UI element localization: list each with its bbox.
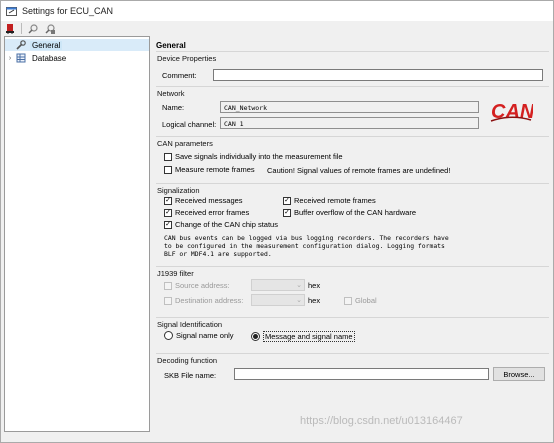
toolbar	[1, 21, 553, 36]
logging-info-line: BLF or MDF4.1 are supported.	[164, 250, 272, 258]
check-icon: ✓	[164, 196, 172, 205]
check-icon: ✓	[283, 196, 291, 205]
expand-icon[interactable]: ›	[5, 55, 15, 62]
checkbox-box	[164, 152, 172, 161]
checkbox-label: Received error frames	[175, 208, 250, 217]
name-label: Name:	[162, 103, 185, 112]
tree-item-general[interactable]: General	[5, 39, 149, 51]
checkbox-label: Received messages	[175, 196, 243, 205]
can-parameters-group: CAN parameters Save signals individually…	[156, 136, 549, 180]
hex-label: hex	[308, 281, 321, 290]
source-address-combo[interactable]: ⌄	[251, 279, 305, 291]
chevron-down-icon: ⌄	[296, 282, 302, 289]
database-icon	[15, 53, 26, 63]
group-title: Device Properties	[157, 54, 217, 63]
checkbox-label: Buffer overflow of the CAN hardware	[294, 208, 417, 217]
message-and-signal-name-radio[interactable]: Message and signal name	[251, 331, 355, 342]
received-error-checkbox[interactable]: ✓ Received error frames	[164, 208, 249, 217]
logical-channel-label: Logical channel:	[162, 120, 217, 129]
settings-window: Settings for ECU_CAN General › Database …	[0, 0, 554, 443]
signal-identification-group: Signal Identification Signal name only M…	[156, 317, 549, 351]
wrench-icon	[15, 40, 26, 50]
buffer-overflow-checkbox[interactable]: ✓ Buffer overflow of the CAN hardware	[283, 208, 416, 217]
tool-icon-2[interactable]	[44, 23, 56, 35]
group-title: Signal Identification	[157, 320, 223, 329]
logging-info-line: CAN bus events can be logged via bus log…	[164, 234, 449, 242]
j1939-filter-group: J1939 filter Source address: ⌄ hex Desti…	[156, 266, 549, 314]
ecu-icon[interactable]	[4, 23, 16, 35]
comment-input[interactable]	[213, 69, 543, 81]
checkbox-label: Change of the CAN chip status	[175, 220, 278, 229]
settings-window-icon	[6, 6, 17, 17]
destination-address-combo[interactable]: ⌄	[251, 294, 305, 306]
caution-text: Caution! Signal values of remote frames …	[267, 166, 451, 175]
destination-address-checkbox[interactable]: Destination address:	[164, 296, 243, 305]
checkbox-box	[344, 296, 352, 305]
radio-circle	[251, 332, 260, 341]
received-remote-checkbox[interactable]: ✓ Received remote frames	[283, 196, 376, 205]
toolbar-separator	[21, 23, 22, 34]
checkbox-box	[164, 165, 172, 174]
checkbox-box	[164, 281, 172, 290]
radio-circle	[164, 331, 173, 340]
measure-remote-checkbox[interactable]: Measure remote frames	[164, 165, 255, 174]
decoding-function-group: Decoding function SKB File name: Browse.…	[156, 353, 549, 387]
radio-label: Signal name only	[176, 331, 234, 340]
check-icon: ✓	[283, 208, 291, 217]
global-checkbox[interactable]: Global	[344, 296, 377, 305]
radio-selected-dot	[253, 334, 258, 339]
settings-panel: General Device Properties Comment: Netwo…	[153, 36, 553, 432]
logical-channel-field: CAN 1	[220, 117, 479, 129]
chip-status-checkbox[interactable]: ✓ Change of the CAN chip status	[164, 220, 278, 229]
checkbox-label: Global	[355, 296, 377, 305]
group-title: J1939 filter	[157, 269, 194, 278]
tool-icon-1[interactable]	[27, 23, 39, 35]
page-title: General	[156, 41, 186, 50]
checkbox-box	[164, 296, 172, 305]
tree-item-label: General	[30, 40, 63, 50]
watermark-text: https://blog.csdn.net/u013164467	[300, 415, 463, 427]
received-messages-checkbox[interactable]: ✓ Received messages	[164, 196, 243, 205]
title-bar: Settings for ECU_CAN	[1, 1, 553, 21]
radio-label: Message and signal name	[263, 331, 355, 342]
check-icon: ✓	[164, 220, 172, 229]
checkbox-label: Destination address:	[175, 296, 244, 305]
tree-item-database[interactable]: › Database	[5, 52, 149, 64]
checkbox-label: Save signals individually into the measu…	[175, 152, 343, 161]
check-icon: ✓	[164, 208, 172, 217]
chevron-down-icon: ⌄	[296, 297, 302, 304]
checkbox-label: Received remote frames	[294, 196, 376, 205]
group-title: Decoding function	[157, 356, 218, 365]
can-logo-icon: CAN	[489, 97, 535, 123]
comment-label: Comment:	[162, 71, 197, 80]
logging-info-line: to be configured in the measurement conf…	[164, 242, 445, 250]
source-address-checkbox[interactable]: Source address:	[164, 281, 230, 290]
window-title: Settings for ECU_CAN	[22, 6, 114, 16]
tree-item-label: Database	[32, 53, 67, 63]
hex-label: hex	[308, 296, 321, 305]
group-title: Signalization	[157, 186, 200, 195]
signal-name-only-radio[interactable]: Signal name only	[164, 331, 234, 340]
device-properties-group: Device Properties Comment:	[156, 51, 549, 87]
group-title: Network	[157, 89, 185, 98]
browse-button[interactable]: Browse...	[493, 367, 545, 381]
skb-file-input[interactable]	[234, 368, 489, 380]
navigation-tree: General › Database	[4, 36, 150, 432]
checkbox-label: Source address:	[175, 281, 230, 290]
group-title: CAN parameters	[157, 139, 213, 148]
save-signals-checkbox[interactable]: Save signals individually into the measu…	[164, 152, 343, 161]
signalization-group: Signalization ✓ Received messages ✓ Rece…	[156, 183, 549, 263]
skb-file-label: SKB File name:	[164, 371, 217, 380]
network-name-field: CAN_Network	[220, 101, 479, 113]
checkbox-label: Measure remote frames	[175, 165, 255, 174]
